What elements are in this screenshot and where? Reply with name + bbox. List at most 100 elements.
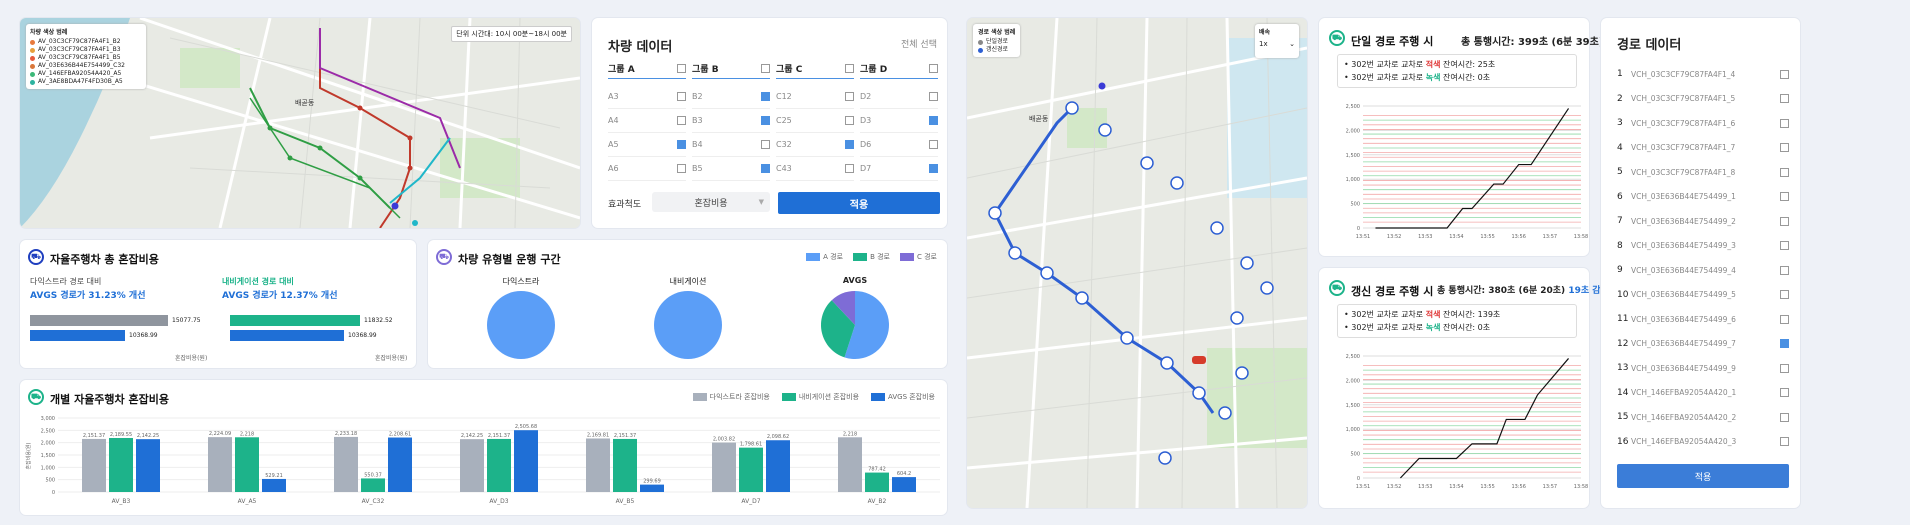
route-checkbox[interactable] <box>1780 314 1789 324</box>
route-checkbox[interactable] <box>1780 265 1789 275</box>
trajectory-line <box>1399 358 1569 479</box>
vehicle-checkbox[interactable] <box>845 164 854 173</box>
vehicle-item[interactable]: A4 <box>608 109 686 133</box>
single-line2-remain: 잔여시간: 0초 <box>1442 73 1491 82</box>
vehicle-checkbox[interactable] <box>761 116 770 125</box>
vehicle-item[interactable]: A5 <box>608 133 686 157</box>
group-header: 그룹 D <box>860 62 938 79</box>
vehicle-item[interactable]: C32 <box>776 133 854 157</box>
vehicle-item[interactable]: A3 <box>608 85 686 109</box>
route-item[interactable]: 6 VCH_03E636B44E754499_1 <box>1617 185 1789 210</box>
right-map[interactable]: 배곧동 경로 색상 범례 단일경로 갱신경로 배속 1x ⌄ <box>967 18 1307 508</box>
x-tick: AV_B5 <box>616 498 635 505</box>
bar <box>136 439 160 492</box>
group-name: 그룹 C <box>776 65 803 75</box>
speed-control[interactable]: 배속 1x ⌄ <box>1255 24 1299 58</box>
route-checkbox[interactable] <box>1780 192 1789 202</box>
vehicle-item[interactable]: A6 <box>608 157 686 181</box>
route-checkbox[interactable] <box>1780 241 1789 251</box>
value-dijkstra-total: 15077.75 <box>172 317 201 324</box>
pie-avgs <box>821 291 889 359</box>
route-checkbox[interactable] <box>1780 167 1789 177</box>
x-tick: 13:56 <box>1512 234 1526 240</box>
left-map[interactable]: 배곧동 단위 시간대: 10시 00분~18시 00분 차량 색상 범례 AV_… <box>20 18 580 228</box>
route-checkbox[interactable] <box>1780 290 1789 300</box>
route-checkbox[interactable] <box>1780 69 1789 79</box>
legend-swatch <box>692 393 707 401</box>
route-index: 6 <box>1617 191 1623 202</box>
pie-label-avgs: AVGS <box>842 276 868 285</box>
vehicle-checkbox[interactable] <box>677 92 686 101</box>
vehicle-item[interactable]: B5 <box>692 157 770 181</box>
route-checkbox[interactable] <box>1780 412 1789 422</box>
vehicle-item[interactable]: B3 <box>692 109 770 133</box>
route-item[interactable]: 16 VCH_146EFBA92054A420_3 <box>1617 430 1789 455</box>
y-tick: 0 <box>1357 226 1360 232</box>
group-column: 그룹 D D2 D3 D6 D7 <box>860 62 938 192</box>
vehicle-item[interactable]: C12 <box>776 85 854 109</box>
metric-select[interactable]: 혼잡비용 ▼ <box>652 192 770 212</box>
vehicle-item[interactable]: C43 <box>776 157 854 181</box>
vehicle-checkbox[interactable] <box>677 140 686 149</box>
select-all-link[interactable]: 전체 선택 <box>901 37 937 50</box>
route-item[interactable]: 12 VCH_03E636B44E754499_7 <box>1617 332 1789 357</box>
vehicle-item[interactable]: B2 <box>692 85 770 109</box>
legend-dot <box>30 71 35 77</box>
vehicle-item[interactable]: D3 <box>860 109 938 133</box>
route-checkbox[interactable] <box>1780 216 1789 226</box>
vehicle-checkbox[interactable] <box>845 116 854 125</box>
group-checkbox[interactable] <box>761 64 770 73</box>
vehicle-checkbox[interactable] <box>929 164 938 173</box>
bar-value-label: 2,218 <box>843 431 857 437</box>
route-item[interactable]: 10 VCH_03E636B44E754499_5 <box>1617 283 1789 308</box>
route-checkbox[interactable] <box>1780 143 1789 153</box>
vehicle-item[interactable]: C25 <box>776 109 854 133</box>
legend-dot <box>978 39 983 45</box>
single-line2-green: 녹색 <box>1425 73 1441 82</box>
vehicle-checkbox[interactable] <box>929 140 938 149</box>
route-apply-button[interactable]: 적용 <box>1617 464 1789 488</box>
vehicle-item[interactable]: B4 <box>692 133 770 157</box>
vehicle-item[interactable]: D7 <box>860 157 938 181</box>
route-item[interactable]: 9 VCH_03E636B44E754499_4 <box>1617 258 1789 283</box>
route-item[interactable]: 13 VCH_03E636B44E754499_9 <box>1617 356 1789 381</box>
route-item[interactable]: 3 VCH_03C3CF79C87FA4F1_6 <box>1617 111 1789 136</box>
y-tick: 2,500 <box>1346 104 1360 110</box>
vehicle-checkbox[interactable] <box>761 92 770 101</box>
vehicle-checkbox[interactable] <box>845 92 854 101</box>
route-checkbox[interactable] <box>1780 437 1789 447</box>
route-checkbox[interactable] <box>1780 94 1789 104</box>
route-item[interactable]: 11 VCH_03E636B44E754499_6 <box>1617 307 1789 332</box>
route-item[interactable]: 4 VCH_03C3CF79C87FA4F1_7 <box>1617 136 1789 161</box>
route-checkbox[interactable] <box>1780 339 1789 349</box>
route-item[interactable]: 8 VCH_03E636B44E754499_3 <box>1617 234 1789 259</box>
group-checkbox[interactable] <box>845 64 854 73</box>
vehicle-checkbox[interactable] <box>929 92 938 101</box>
route-checkbox[interactable] <box>1780 363 1789 373</box>
route-checkbox[interactable] <box>1780 388 1789 398</box>
route-item[interactable]: 1 VCH_03C3CF79C87FA4F1_4 <box>1617 62 1789 87</box>
route-checkbox[interactable] <box>1780 118 1789 128</box>
speed-select[interactable]: 1x ⌄ <box>1259 40 1295 48</box>
vehicle-checkbox[interactable] <box>677 164 686 173</box>
route-item[interactable]: 2 VCH_03C3CF79C87FA4F1_5 <box>1617 87 1789 112</box>
route-item[interactable]: 7 VCH_03E636B44E754499_2 <box>1617 209 1789 234</box>
vehicle-item[interactable]: D6 <box>860 133 938 157</box>
bar-value-label: 2,003.82 <box>713 437 735 443</box>
vehicle-checkbox[interactable] <box>761 164 770 173</box>
group-checkbox[interactable] <box>929 64 938 73</box>
route-item[interactable]: 14 VCH_146EFBA92054A420_1 <box>1617 381 1789 406</box>
vehicle-checkbox[interactable] <box>929 116 938 125</box>
vehicle-item[interactable]: D2 <box>860 85 938 109</box>
route-icon: ⛟ <box>436 249 452 265</box>
route-item[interactable]: 5 VCH_03C3CF79C87FA4F1_8 <box>1617 160 1789 185</box>
vehicle-checkbox[interactable] <box>761 140 770 149</box>
apply-button[interactable]: 적용 <box>778 192 940 214</box>
legend-label: AV_3AE8BDA47F4FD30B_A5 <box>38 78 123 85</box>
vehicle-checkbox[interactable] <box>845 140 854 149</box>
y-tick: 2,000 <box>41 441 55 447</box>
vehicle-checkbox[interactable] <box>677 116 686 125</box>
x-tick: 13:57 <box>1543 484 1557 490</box>
route-item[interactable]: 15 VCH_146EFBA92054A420_2 <box>1617 405 1789 430</box>
group-checkbox[interactable] <box>677 64 686 73</box>
